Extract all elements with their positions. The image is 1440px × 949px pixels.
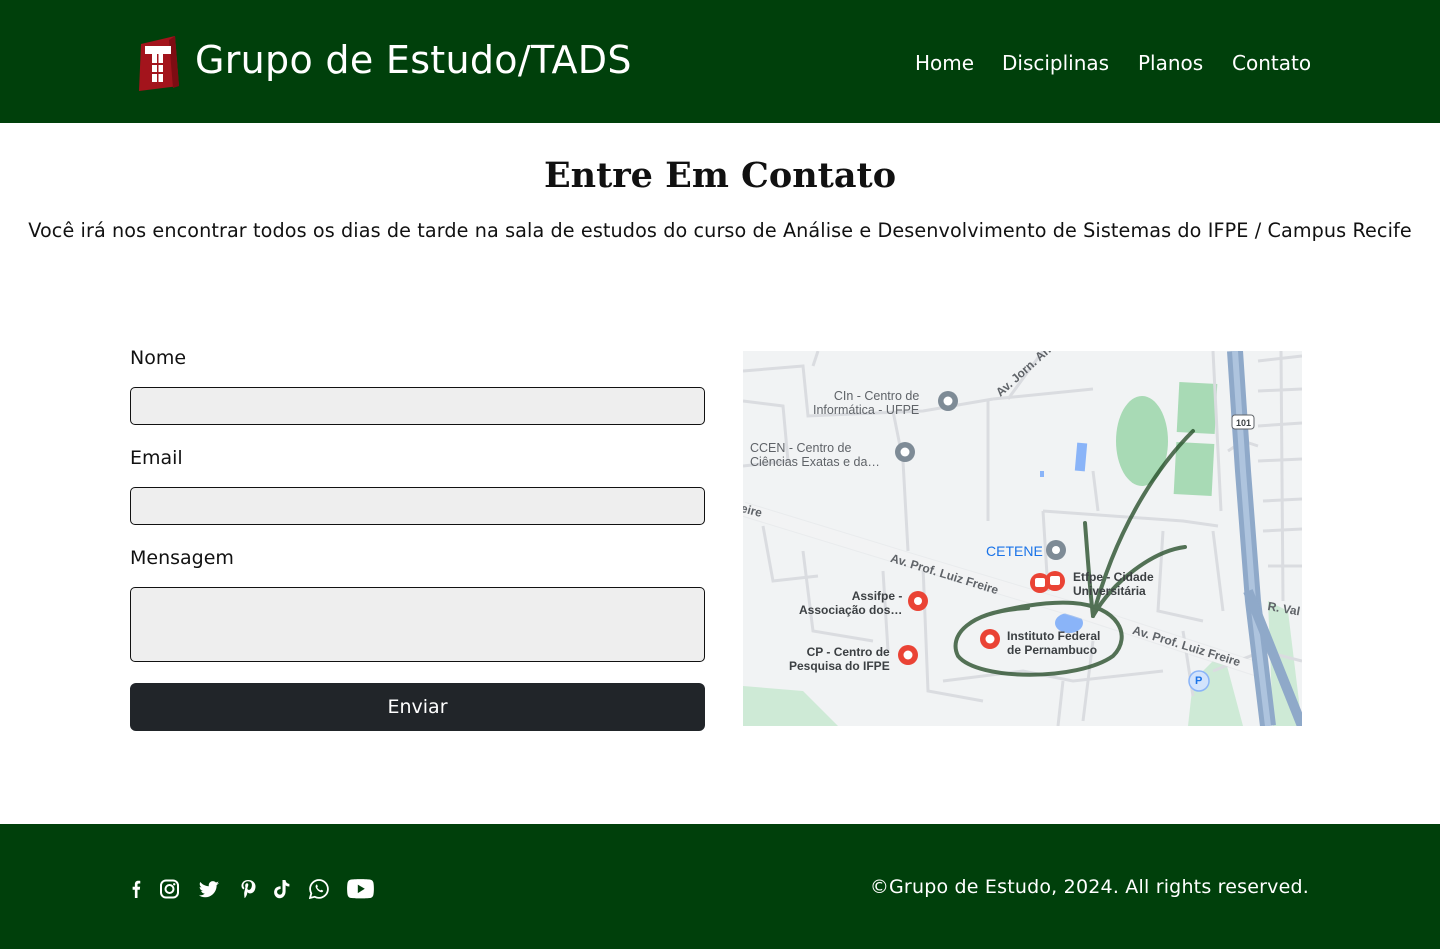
youtube-icon[interactable]	[347, 877, 374, 901]
map-water-area	[1074, 442, 1088, 472]
name-label: Nome	[130, 347, 187, 369]
map-label-ccen: CCEN - Centro de Ciências Exatas e da…	[750, 441, 880, 469]
email-label: Email	[130, 447, 183, 469]
map-marker-ccen	[895, 442, 915, 462]
pinterest-icon[interactable]	[240, 877, 256, 901]
map-label-assifpe: Assifpe - Associação dos…	[799, 589, 903, 617]
nav-contato[interactable]: Contato	[1232, 51, 1311, 75]
map-marker-cp	[898, 645, 918, 665]
submit-button[interactable]: Enviar	[130, 683, 705, 731]
map-field-area	[1173, 442, 1215, 496]
map-label-cetene: CETENE	[986, 543, 1043, 559]
page-title: Entre Em Contato	[543, 155, 897, 196]
copyright-text: ©Grupo de Estudo, 2024. All rights reser…	[869, 876, 1309, 898]
map-park-area	[743, 686, 838, 726]
nav-planos[interactable]: Planos	[1138, 51, 1203, 75]
map-field-area	[1176, 382, 1218, 434]
map-label-cin: CIn - Centro de Informática - UFPE	[813, 389, 920, 417]
map-label-etfpe: Etfpe - Cidade Universitária	[1073, 570, 1154, 598]
message-textarea[interactable]	[130, 587, 705, 662]
ifpe-t-logo-icon[interactable]	[135, 36, 179, 91]
tiktok-icon[interactable]	[273, 877, 291, 901]
facebook-icon[interactable]	[130, 877, 142, 901]
map-label-cp: CP - Centro de Pesquisa do IFPE	[789, 645, 890, 673]
map-highway-number: 101	[1236, 418, 1252, 428]
site-header: Grupo de Estudo/TADS Home Disciplinas Pl…	[0, 0, 1440, 123]
map-marker-ifpe	[980, 629, 1000, 649]
nav-home[interactable]: Home	[915, 51, 974, 75]
page-subtitle: Você irá nos encontrar todos os dias de …	[28, 219, 1412, 242]
site-footer: ©Grupo de Estudo, 2024. All rights reser…	[0, 824, 1440, 949]
name-input[interactable]	[130, 387, 705, 425]
instagram-icon[interactable]	[160, 877, 179, 901]
map-marker-cetene	[1046, 540, 1066, 560]
map-marker-assifpe	[908, 591, 928, 611]
nav-disciplinas[interactable]: Disciplinas	[1002, 51, 1109, 75]
parking-icon: P	[1195, 675, 1203, 687]
map-water-area	[1040, 471, 1044, 477]
whatsapp-icon[interactable]	[309, 877, 329, 901]
message-label: Mensagem	[130, 547, 234, 569]
email-input[interactable]	[130, 487, 705, 525]
map-label-ifpe: Instituto Federal de Pernambuco	[1007, 629, 1101, 657]
embedded-map[interactable]: CIn - Centro de Informática - UFPE CCEN …	[743, 351, 1302, 726]
map-marker-cin	[938, 391, 958, 411]
twitter-icon[interactable]	[198, 877, 220, 901]
brand-title[interactable]: Grupo de Estudo/TADS	[195, 38, 632, 82]
